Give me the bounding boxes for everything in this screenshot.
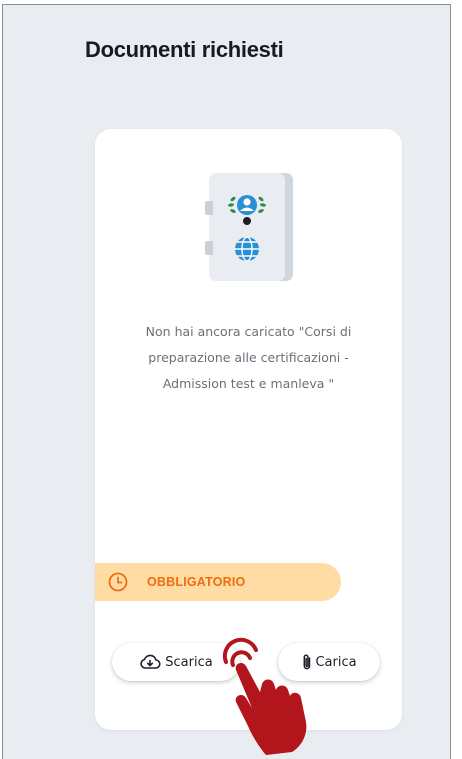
passport-document-icon [205,173,293,281]
download-button-label: Scarica [165,654,213,670]
cloud-download-icon [140,654,161,669]
mandatory-badge: OBBLIGATORIO [95,563,341,601]
mandatory-label: OBBLIGATORIO [147,575,246,589]
download-button[interactable]: Scarica [112,643,240,681]
page-title: Documenti richiesti [85,37,284,62]
clock-icon [108,572,128,592]
upload-button-label: Carica [315,654,357,670]
hand-pointer-icon [222,637,307,755]
upload-status-message: Non hai ancora caricato "Corsi di prepar… [145,324,352,391]
